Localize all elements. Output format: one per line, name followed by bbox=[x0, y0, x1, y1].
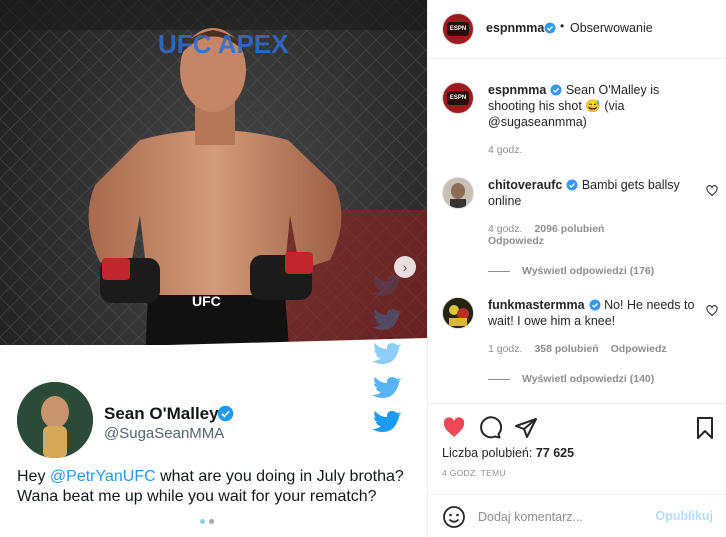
author-avatar[interactable]: ESPN bbox=[442, 13, 474, 45]
comment-like-heart-icon[interactable] bbox=[706, 185, 718, 197]
post-actions: Liczba polubień: 77 625 4 GODZ. TEMU Opu… bbox=[428, 403, 726, 537]
emoji-icon[interactable] bbox=[442, 505, 466, 529]
tweet-avatar bbox=[17, 382, 93, 458]
post-timestamp[interactable]: 4 GODZ. TEMU bbox=[442, 468, 506, 478]
separator-dot: • bbox=[560, 19, 565, 33]
comment-like-heart-icon[interactable] bbox=[706, 305, 718, 317]
comment-time[interactable]: 1 godz. bbox=[488, 343, 522, 355]
comment-likes[interactable]: 358 polubień bbox=[534, 343, 598, 355]
tweet-handle: @SugaSeanMMA bbox=[104, 425, 225, 442]
chevron-right-icon: › bbox=[402, 259, 408, 275]
caption-time[interactable]: 4 godz. bbox=[488, 144, 522, 156]
verified-icon bbox=[217, 405, 234, 422]
replies-line bbox=[488, 378, 510, 380]
replies-line bbox=[488, 270, 510, 272]
comment-item: chitoveraufc Bambi gets ballsy online 4 … bbox=[442, 177, 718, 277]
svg-text:UFC: UFC bbox=[192, 293, 221, 309]
publish-button[interactable]: Opublikuj bbox=[655, 509, 713, 523]
caption-avatar[interactable]: ESPN bbox=[442, 82, 474, 114]
likes-count[interactable]: Liczba polubień: 77 625 bbox=[442, 446, 574, 460]
reply-link[interactable]: Odpowiedz bbox=[611, 343, 667, 355]
carousel-dot bbox=[209, 519, 214, 524]
tweet-mention: @PetrYanUFC bbox=[49, 468, 156, 485]
view-replies-label: Wyświetl odpowiedzi (140) bbox=[522, 373, 655, 385]
heart-icon[interactable] bbox=[442, 416, 466, 440]
verified-icon bbox=[550, 84, 562, 96]
comment-time[interactable]: 4 godz. bbox=[488, 223, 522, 235]
comment-username[interactable]: funkmastermma bbox=[488, 298, 585, 312]
share-icon[interactable] bbox=[514, 416, 538, 440]
comment-item: funkmastermma No! He needs to wait! I ow… bbox=[442, 297, 718, 397]
view-replies-button[interactable]: Wyświetl odpowiedzi (140) bbox=[488, 373, 654, 385]
verified-icon bbox=[544, 22, 556, 34]
bookmark-icon[interactable] bbox=[693, 416, 717, 440]
post-media[interactable]: UFC UFC APEX Sean O'Malley @SugaSeanMMA … bbox=[0, 0, 427, 537]
verified-icon bbox=[566, 179, 578, 191]
add-comment-bar: Opublikuj bbox=[428, 494, 726, 537]
carousel-dots bbox=[200, 519, 214, 524]
twitter-bird-icon bbox=[372, 275, 402, 432]
view-replies-button[interactable]: Wyświetl odpowiedzi (176) bbox=[488, 265, 654, 277]
tweet-text: Hey @PetrYanUFC what are you doing in Ju… bbox=[17, 468, 404, 505]
post-caption: ESPN espnmma Sean O'Malley is shooting h… bbox=[442, 82, 712, 156]
following-button[interactable]: Obserwowanie bbox=[570, 21, 653, 35]
post-header: ESPN espnmma • Obserwowanie bbox=[428, 0, 726, 59]
view-replies-label: Wyświetl odpowiedzi (176) bbox=[522, 265, 655, 277]
author-username[interactable]: espnmma bbox=[486, 21, 544, 35]
post-sidebar: ESPN espnmma • Obserwowanie ESPN espnmma… bbox=[427, 0, 726, 537]
commenter-avatar[interactable] bbox=[442, 297, 474, 329]
caption-username[interactable]: espnmma bbox=[488, 83, 546, 97]
verified-icon bbox=[589, 299, 601, 311]
reply-link[interactable]: Odpowiedz bbox=[488, 235, 544, 247]
tweet-display-name: Sean O'Malley bbox=[104, 404, 219, 423]
comment-username[interactable]: chitoveraufc bbox=[488, 178, 562, 192]
comment-likes[interactable]: 2096 polubień bbox=[534, 223, 604, 235]
next-slide-button[interactable]: › bbox=[394, 256, 416, 278]
banner-text: UFC APEX bbox=[158, 29, 289, 59]
comment-input[interactable] bbox=[478, 507, 648, 527]
comment-icon[interactable] bbox=[478, 416, 502, 440]
carousel-dot bbox=[200, 519, 205, 524]
commenter-avatar[interactable] bbox=[442, 177, 474, 209]
